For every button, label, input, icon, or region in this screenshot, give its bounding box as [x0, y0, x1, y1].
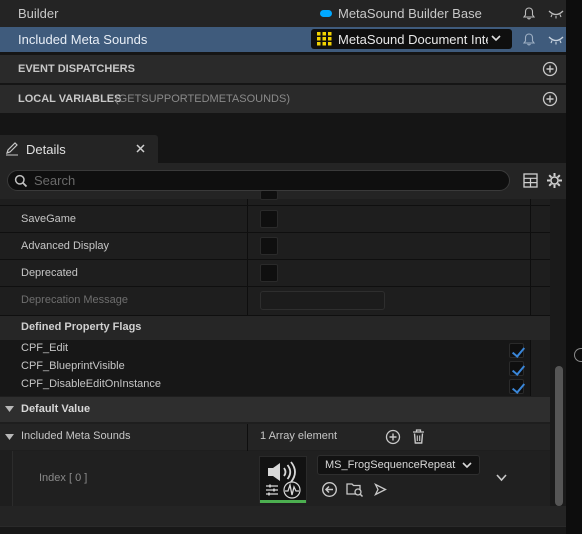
variable-type-dropdown[interactable]: MetaSound Document Inte: [311, 29, 512, 49]
search-placeholder: Search: [34, 173, 76, 188]
chevron-down-icon: [462, 462, 472, 469]
asset-thumbnail[interactable]: [259, 456, 307, 503]
deprecated-checkbox[interactable]: [260, 264, 278, 282]
row-divider: [0, 205, 550, 206]
variable-row-builder[interactable]: Builder MetaSound Builder Base: [0, 0, 566, 27]
metasound-speaker-icon: [265, 461, 301, 483]
flag-label: CPF_DisableEditOnInstance: [21, 378, 162, 390]
expand-element-chevron-icon[interactable]: [496, 474, 507, 482]
variable-type[interactable]: MetaSound Builder Base: [338, 6, 482, 21]
flag-label: CPF_Edit: [21, 342, 69, 354]
scrollbar-thumb[interactable]: [555, 366, 563, 506]
flag-checkbox[interactable]: [509, 343, 524, 358]
section-local-variables[interactable]: LOCAL VARIABLES (GETSUPPORTEDMETASOUNDS): [0, 85, 566, 113]
visibility-eye-icon[interactable]: [548, 9, 564, 19]
array-property-label: Included Meta Sounds: [21, 430, 131, 442]
property-label-savegame: SaveGame: [21, 213, 77, 225]
row-divider: [0, 232, 550, 233]
variable-name: Included Meta Sounds: [18, 32, 148, 47]
chevron-down-icon: [491, 35, 501, 42]
flag-checkbox[interactable]: [509, 361, 524, 376]
add-element-icon[interactable]: [385, 429, 401, 445]
search-input[interactable]: Search: [7, 170, 510, 191]
savegame-checkbox[interactable]: [260, 210, 278, 228]
browse-to-asset-icon[interactable]: [346, 481, 364, 498]
table-view-icon[interactable]: [523, 173, 538, 188]
deprecation-message-input[interactable]: [260, 291, 385, 310]
defined-property-flags-header: Defined Property Flags: [0, 316, 550, 340]
advanced-display-checkbox[interactable]: [260, 237, 278, 255]
panel-edge: [566, 0, 582, 534]
panel-splitter-handle[interactable]: [574, 348, 582, 362]
replication-bell-icon[interactable]: [523, 33, 535, 46]
status-bar: [0, 526, 566, 534]
variable-type: MetaSound Document Inte: [338, 32, 488, 47]
row-divider: [0, 259, 550, 260]
clear-array-trash-icon[interactable]: [412, 429, 425, 444]
section-event-dispatchers[interactable]: EVENT DISPATCHERS: [0, 55, 566, 83]
property-label-advanced-display: Advanced Display: [21, 240, 110, 252]
details-pencil-icon: [5, 141, 19, 156]
section-scope: (GETSUPPORTEDMETASOUNDS): [115, 93, 290, 105]
row-divider: [0, 286, 550, 287]
flag-checkbox[interactable]: [509, 379, 524, 394]
visibility-eye-icon[interactable]: [548, 35, 564, 45]
category-title: Default Value: [21, 403, 91, 415]
details-tab[interactable]: Details: [0, 135, 158, 163]
array-grid-icon: [317, 32, 332, 46]
section-title: EVENT DISPATCHERS: [18, 63, 135, 75]
waveform-icon: [282, 481, 302, 499]
expand-arrow-icon[interactable]: [5, 434, 14, 440]
default-value-category[interactable]: Default Value: [0, 397, 550, 422]
asset-type-underline: [260, 500, 306, 503]
close-tab-icon[interactable]: [136, 144, 145, 153]
property-label-deprecation-message: Deprecation Message: [21, 294, 129, 306]
flags-header-label: Defined Property Flags: [21, 321, 142, 333]
add-local-variable-icon[interactable]: [542, 91, 558, 107]
settings-gear-icon[interactable]: [546, 172, 563, 189]
checkbox-partial[interactable]: [260, 191, 278, 200]
array-property-row: Included Meta Sounds 1 Array element: [0, 424, 550, 450]
variable-name: Builder: [18, 6, 59, 21]
asset-picker-combo[interactable]: MS_FrogSequenceRepeat: [317, 455, 480, 475]
property-label-deprecated: Deprecated: [21, 267, 78, 279]
search-icon: [14, 174, 28, 188]
details-tab-title: Details: [26, 142, 66, 157]
array-count: 1 Array element: [260, 430, 338, 442]
flag-label: CPF_BlueprintVisible: [21, 360, 125, 372]
use-selected-asset-icon[interactable]: [321, 481, 338, 498]
play-asset-icon[interactable]: [374, 483, 387, 496]
type-pill-icon: [320, 10, 332, 17]
collapse-arrow-icon: [5, 406, 14, 412]
add-event-dispatcher-icon[interactable]: [542, 61, 558, 77]
asset-name: MS_FrogSequenceRepeat: [325, 459, 456, 471]
section-title: LOCAL VARIABLES: [18, 93, 122, 105]
sliders-icon: [266, 484, 278, 496]
scroll-gutter: [530, 199, 531, 396]
variable-row-included-meta-sounds[interactable]: Included Meta Sounds MetaSound Document …: [0, 27, 566, 52]
array-index-label: Index [ 0 ]: [39, 472, 88, 484]
column-splitter[interactable]: [247, 199, 248, 322]
replication-bell-icon[interactable]: [523, 7, 535, 20]
